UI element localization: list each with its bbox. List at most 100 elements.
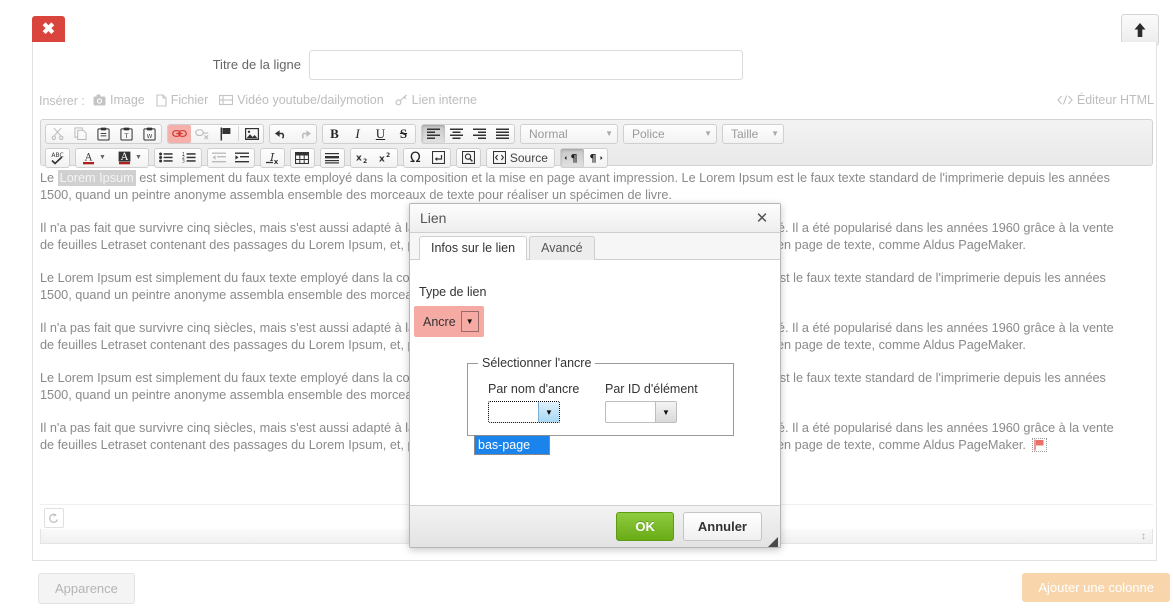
insert-image-toolbar-button[interactable] — [240, 125, 263, 143]
svg-text:A: A — [84, 152, 93, 163]
anchor-name-dropdown-list[interactable]: bas-page — [474, 435, 550, 455]
anchor-by-name-select[interactable]: ▼ — [488, 401, 560, 423]
numbered-list-button[interactable]: 1 2 3 — [178, 149, 201, 167]
bullet-list-button[interactable] — [155, 149, 178, 167]
align-right-button[interactable] — [468, 125, 491, 143]
font-family-select[interactable]: Police ▼ — [623, 123, 717, 144]
tab-link-info[interactable]: Infos sur le lien — [419, 236, 528, 260]
source-group: Source — [485, 147, 555, 168]
source-label: Source — [509, 150, 548, 165]
insert-anchor-button[interactable] — [214, 125, 237, 143]
insert-internal-link-label: Lien interne — [411, 93, 477, 107]
close-icon[interactable]: ✕ — [752, 208, 772, 228]
underline-button[interactable]: U — [369, 125, 392, 143]
bg-color-icon: A — [118, 151, 131, 164]
underline-icon: U — [375, 125, 386, 141]
svg-text:x: x — [274, 158, 279, 165]
insert-image-button[interactable]: Image — [93, 93, 145, 107]
add-column-button[interactable]: Ajouter une colonne — [1022, 573, 1170, 602]
script-group: x 2 x 2 — [349, 147, 398, 168]
dropdown-option[interactable]: bas-page — [475, 436, 549, 454]
dialog-resize-grip[interactable] — [768, 535, 778, 547]
apparence-button[interactable]: Apparence — [38, 573, 135, 604]
paste-as-text-button[interactable]: T — [115, 125, 138, 143]
text-color-button[interactable]: A ▼ — [76, 149, 112, 167]
paste-button[interactable] — [92, 125, 115, 143]
align-left-button[interactable] — [422, 124, 445, 143]
superscript-button[interactable]: x 2 — [374, 149, 397, 167]
camera-icon — [93, 94, 106, 106]
font-family-label: Police — [632, 126, 665, 141]
paste-from-word-button[interactable]: W — [138, 125, 161, 143]
remove-format-button[interactable]: I x — [261, 149, 284, 167]
chevron-down-icon: ▼ — [460, 311, 479, 332]
svg-text:2: 2 — [363, 158, 367, 164]
spellcheck-button[interactable]: ABC — [46, 149, 69, 167]
italic-button[interactable]: I — [346, 125, 369, 143]
page-break-button[interactable] — [427, 149, 450, 167]
bottom-bar: Apparence Ajouter une colonne — [0, 561, 1173, 608]
cut-button[interactable] — [46, 125, 69, 143]
font-size-label: Taille — [731, 126, 759, 141]
text-direction-ltr-button[interactable]: ¶ — [560, 148, 584, 167]
undo-button[interactable] — [270, 125, 293, 143]
text-direction-rtl-button[interactable]: ¶ — [584, 149, 607, 167]
align-center-icon — [450, 128, 463, 139]
undo-history-button[interactable] — [44, 508, 64, 528]
copy-button[interactable] — [69, 125, 92, 143]
superscript-icon: x 2 — [379, 152, 390, 164]
row-title-input[interactable] — [309, 50, 743, 80]
insert-table-button[interactable] — [291, 149, 314, 167]
align-justify-button[interactable] — [491, 125, 514, 143]
strikethrough-button[interactable]: S — [392, 125, 415, 143]
chevron-down-icon: ▼ — [605, 129, 613, 138]
outdent-button[interactable] — [208, 149, 231, 167]
ok-button[interactable]: OK — [616, 512, 674, 541]
svg-text:¶: ¶ — [571, 152, 578, 164]
svg-text:3: 3 — [182, 159, 185, 163]
top-bar: ✖ — [0, 0, 1173, 46]
bold-button[interactable]: B — [323, 125, 346, 143]
chevron-down-icon: ▼ — [704, 129, 712, 138]
horizontal-rule-button[interactable] — [321, 149, 344, 167]
source-button[interactable]: Source — [487, 149, 554, 167]
list-group: 1 2 3 — [153, 147, 202, 168]
preview-button[interactable] — [457, 149, 480, 167]
insert-video-button[interactable]: Vidéo youtube/dailymotion — [219, 93, 384, 107]
tab-advanced[interactable]: Avancé — [529, 236, 595, 260]
link-type-select[interactable]: Ancre ▼ — [414, 306, 484, 337]
anchor-flag-icon[interactable] — [1031, 438, 1047, 452]
subscript-button[interactable]: x 2 — [351, 149, 374, 167]
indent-button[interactable] — [231, 149, 254, 167]
link-type-value: Ancre — [423, 314, 456, 329]
special-character-button[interactable]: Ω — [404, 149, 427, 167]
paragraph-format-select[interactable]: Normal ▼ — [520, 123, 618, 144]
omega-icon: Ω — [410, 149, 421, 166]
insert-internal-link-button[interactable]: Lien interne — [395, 93, 477, 107]
background-color-button[interactable]: A ▼ — [112, 149, 148, 167]
flag-icon — [220, 127, 230, 140]
redo-button[interactable] — [293, 125, 316, 143]
close-tab-label: ✖ — [41, 20, 56, 38]
anchor-by-id-label: Par ID d'élément — [605, 382, 698, 396]
unlink-button[interactable] — [191, 125, 214, 143]
page-break-icon — [431, 151, 445, 164]
font-size-select[interactable]: Taille ▼ — [722, 123, 784, 144]
dialog-titlebar[interactable]: Lien ✕ — [410, 204, 780, 233]
spellcheck-group: ABC — [45, 147, 70, 168]
cancel-button[interactable]: Annuler — [682, 512, 762, 541]
preview-icon — [461, 151, 475, 164]
insert-file-button[interactable]: Fichier — [156, 93, 208, 107]
insert-items: Image Fichier Vidéo youtube/dailymotion … — [93, 93, 477, 107]
remove-format-icon: I x — [265, 151, 279, 165]
svg-text:x: x — [356, 154, 362, 164]
close-tab-button[interactable]: ✖ — [32, 16, 65, 43]
anchor-by-id-select[interactable]: ▼ — [605, 401, 677, 423]
align-center-button[interactable] — [445, 125, 468, 143]
copy-icon — [74, 127, 87, 140]
link-group — [167, 123, 264, 144]
html-editor-button[interactable]: Éditeur HTML — [1057, 93, 1154, 107]
arrow-up-icon — [1134, 23, 1146, 37]
preview-group — [455, 147, 481, 168]
insert-link-button[interactable] — [168, 124, 191, 143]
